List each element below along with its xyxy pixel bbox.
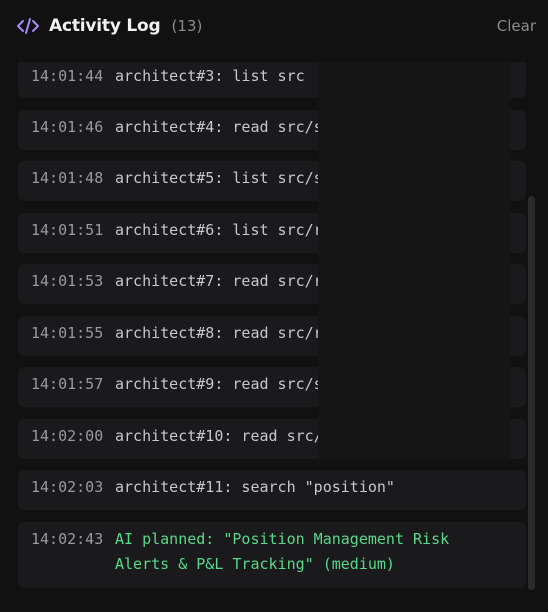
log-entry: 14:02:03 architect#11: search "position" <box>18 470 526 510</box>
entry-message: AI planned: "Position Management Risk Al… <box>115 530 450 573</box>
entry-message: architect#5: list src/s <box>115 169 323 187</box>
code-icon <box>16 16 40 36</box>
entry-time: 14:01:53 <box>31 272 104 290</box>
entry-time: 14:01:55 <box>31 324 104 342</box>
entry-time: 14:02:00 <box>31 427 104 445</box>
entry-time: 14:01:44 <box>31 67 104 85</box>
entry-time: 14:01:51 <box>31 221 104 239</box>
entry-message: architect#7: read src/r <box>115 272 323 290</box>
entry-message: architect#9: read src/s <box>115 375 323 393</box>
panel-title: Activity Log <box>49 16 161 36</box>
entry-time: 14:01:46 <box>31 118 104 136</box>
panel-header: Activity Log 13 Clear <box>0 0 548 52</box>
entry-time: 14:02:03 <box>31 478 104 496</box>
entry-message: architect#11: search "position" <box>115 478 395 496</box>
entry-message: architect#4: read src/s <box>115 118 323 136</box>
entry-time: 14:02:43 <box>31 530 104 548</box>
log-entry-ai-plan: 14:02:43 AI planned: "Position Managemen… <box>18 522 526 588</box>
entry-time: 14:01:48 <box>31 169 104 187</box>
clear-button[interactable]: Clear <box>497 17 536 35</box>
entry-message: architect#10: read src/ <box>115 427 323 445</box>
entry-message: architect#3: list src <box>115 67 305 85</box>
entry-message: architect#6: list src/r <box>115 221 323 239</box>
redaction-overlay <box>318 62 510 460</box>
entry-count: 13 <box>172 17 203 35</box>
entry-time: 14:01:57 <box>31 375 104 393</box>
entry-message: architect#8: read src/r <box>115 324 323 342</box>
activity-log-panel: Activity Log 13 Clear 14:01:44 architect… <box>0 0 548 612</box>
scrollbar-thumb[interactable] <box>528 196 535 590</box>
